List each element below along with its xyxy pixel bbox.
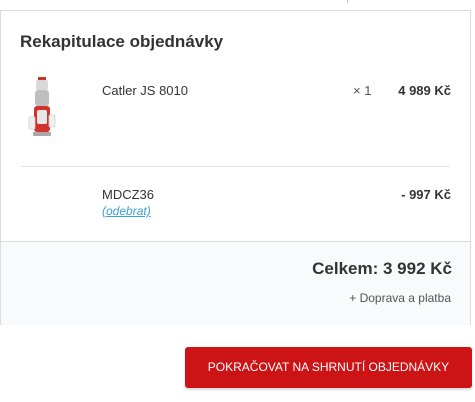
discount-code: MDCZ36 xyxy=(102,187,155,202)
discount-amount: - 997 Kč xyxy=(401,187,451,202)
product-quantity: × 1 xyxy=(353,83,372,98)
checkout-page: Rekapitulace objednávky Catler JS 8010 ×… xyxy=(0,0,475,402)
discount-row: MDCZ36 (odebrat) - 997 Kč xyxy=(1,179,470,239)
order-summary-title: Rekapitulace objednávky xyxy=(20,32,224,51)
cart-item-row: Catler JS 8010 × 1 4 989 Kč xyxy=(1,73,470,163)
order-total: Celkem: 3 992 Kč xyxy=(312,259,452,278)
item-divider xyxy=(21,166,450,167)
continue-to-summary-button[interactable]: POKRAČOVAT NA SHRNUTÍ OBJEDNÁVKY xyxy=(185,347,472,388)
product-price: 4 989 Kč xyxy=(398,83,451,98)
divider-tick xyxy=(347,0,348,3)
juicer-product-image xyxy=(28,77,56,136)
shipping-payment-note: + Doprava a platba xyxy=(349,291,451,305)
total-section: Celkem: 3 992 Kč + Doprava a platba xyxy=(1,242,470,325)
remove-discount-link[interactable]: (odebrat) xyxy=(102,204,151,218)
product-name[interactable]: Catler JS 8010 xyxy=(102,83,188,98)
order-summary-box: Rekapitulace objednávky Catler JS 8010 ×… xyxy=(0,10,471,325)
